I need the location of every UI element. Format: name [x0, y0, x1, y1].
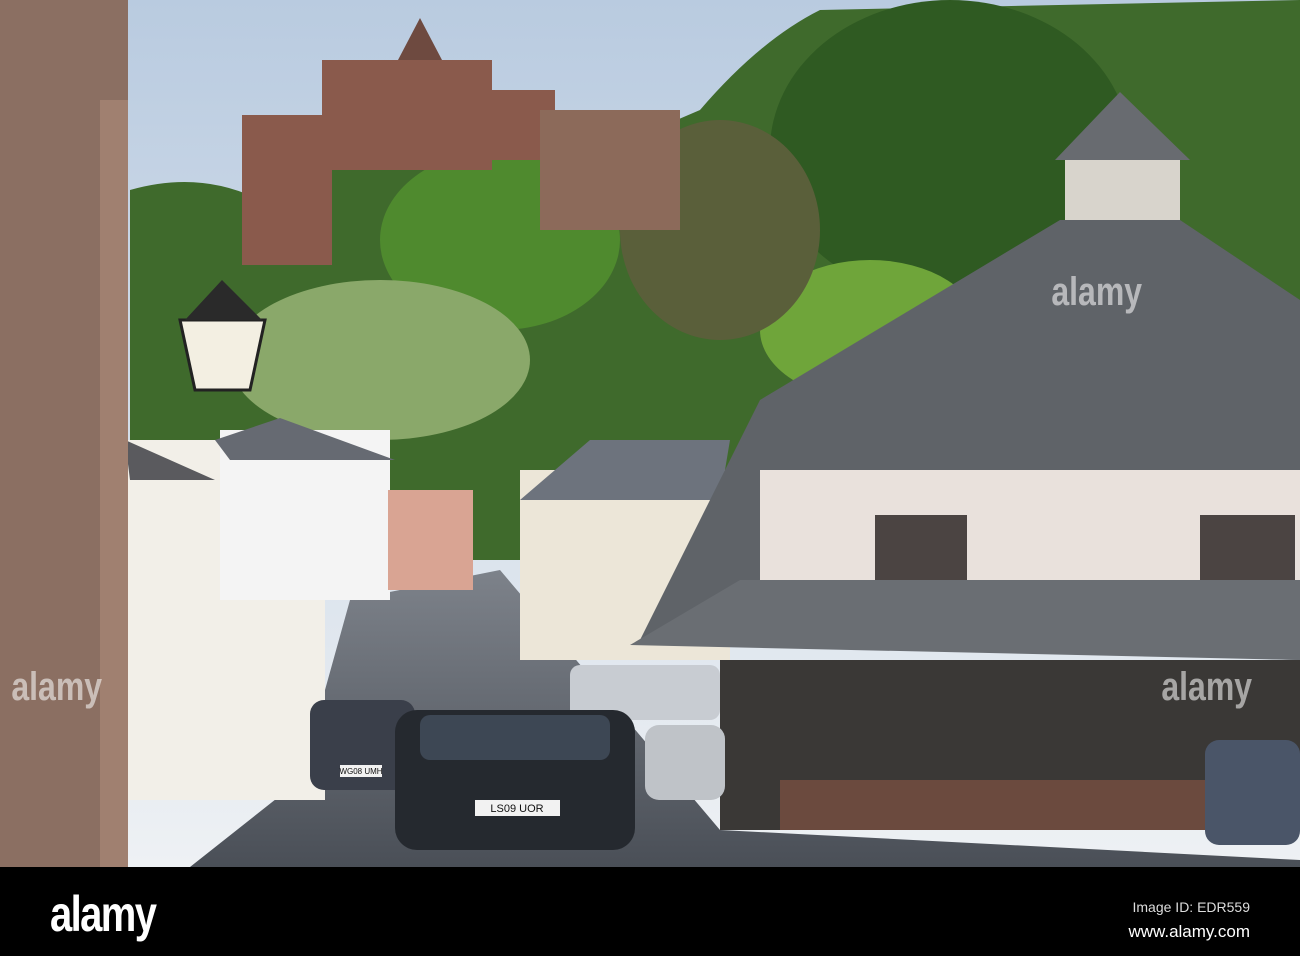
footer-bar: alamy Image ID: EDR559 www.alamy.com [0, 867, 1300, 956]
alamy-logo[interactable]: alamy [50, 885, 157, 943]
license-plate: LS09 UOR [490, 803, 543, 815]
license-plate: WG08 UMH [339, 767, 382, 776]
site-url[interactable]: www.alamy.com [1128, 922, 1250, 942]
photo: WG08 UMH LS09 UOR [0, 0, 1300, 867]
watermark: alamy [11, 665, 103, 709]
watermark: alamy [1051, 270, 1143, 314]
main-car: LS09 UOR [395, 710, 635, 850]
image-id: Image ID: EDR559 [1132, 899, 1251, 915]
watermark: alamy [1161, 665, 1253, 709]
